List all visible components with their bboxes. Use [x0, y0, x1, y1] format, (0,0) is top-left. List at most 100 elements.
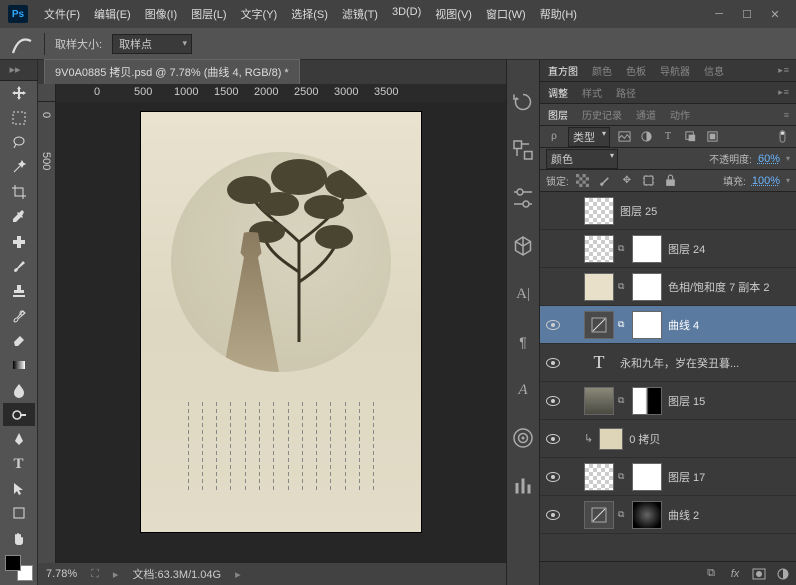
libraries-panel-icon[interactable]	[511, 426, 535, 450]
menu-view[interactable]: 视图(V)	[429, 2, 478, 26]
close-button[interactable]: ✕	[768, 7, 782, 21]
gradient-tool[interactable]	[3, 354, 35, 377]
layer-thumbnail[interactable]	[584, 387, 614, 415]
toolbox-handle[interactable]: ▸▸	[0, 63, 30, 76]
document-info[interactable]: 文档:63.3M/1.04G	[132, 566, 221, 582]
tab-histogram[interactable]: 直方图	[546, 60, 580, 81]
visibility-toggle[interactable]	[544, 320, 562, 330]
fill-value[interactable]: 100%	[752, 175, 780, 187]
layer-thumbnail[interactable]	[584, 463, 614, 491]
document-tab[interactable]: 9V0A0885 拷贝.psd @ 7.78% (曲线 4, RGB/8) *	[44, 59, 300, 84]
layer-row[interactable]: ⧉曲线 2	[540, 496, 796, 534]
tab-channels[interactable]: 通道	[634, 104, 658, 125]
layer-name[interactable]: 图层 17	[668, 469, 705, 485]
layer-thumbnail[interactable]	[632, 273, 662, 301]
eyedropper-tool[interactable]	[3, 205, 35, 228]
tab-styles[interactable]: 样式	[580, 82, 604, 103]
adjustments-panel-icon[interactable]	[511, 186, 535, 210]
adjustment-layer-icon[interactable]	[776, 567, 790, 581]
tab-swatches[interactable]: 色板	[624, 60, 648, 81]
layer-name[interactable]: 0 拷贝	[629, 431, 660, 447]
layer-filter-dropdown[interactable]: 类型	[568, 127, 610, 147]
menu-window[interactable]: 窗口(W)	[480, 2, 532, 26]
layer-row[interactable]: T永和九年，岁在癸丑暮...	[540, 344, 796, 382]
menu-layer[interactable]: 图层(L)	[185, 2, 232, 26]
layer-thumbnail[interactable]	[584, 311, 614, 339]
menu-file[interactable]: 文件(F)	[38, 2, 86, 26]
pen-tool[interactable]	[3, 428, 35, 451]
lock-all-icon[interactable]	[663, 174, 679, 188]
wand-tool[interactable]	[3, 156, 35, 179]
visibility-toggle[interactable]	[544, 358, 562, 368]
paragraph-panel-icon[interactable]: ¶	[511, 330, 535, 354]
layer-thumbnail[interactable]	[632, 311, 662, 339]
layer-fx-icon[interactable]: fx	[728, 567, 742, 581]
move-tool[interactable]	[3, 82, 35, 105]
tab-actions[interactable]: 动作	[668, 104, 692, 125]
menu-help[interactable]: 帮助(H)	[534, 2, 583, 26]
layer-thumbnail[interactable]	[632, 501, 662, 529]
crop-tool[interactable]	[3, 181, 35, 204]
history-panel-icon[interactable]	[511, 90, 535, 114]
layer-thumbnail[interactable]	[584, 197, 614, 225]
menu-edit[interactable]: 编辑(E)	[88, 2, 137, 26]
layer-thumbnail[interactable]	[584, 273, 614, 301]
lock-position-icon[interactable]: ✥	[619, 174, 635, 188]
filter-image-icon[interactable]	[616, 130, 632, 144]
lock-artboard-icon[interactable]	[641, 174, 657, 188]
visibility-toggle[interactable]	[544, 396, 562, 406]
eraser-tool[interactable]	[3, 329, 35, 352]
layer-thumbnail[interactable]	[584, 501, 614, 529]
layer-name[interactable]: 图层 25	[620, 203, 657, 219]
layer-name[interactable]: 图层 24	[668, 241, 705, 257]
3d-panel-icon[interactable]	[511, 234, 535, 258]
filter-adj-icon[interactable]	[638, 130, 654, 144]
brushes-panel-icon[interactable]	[511, 474, 535, 498]
layer-name[interactable]: 图层 15	[668, 393, 705, 409]
chevron-down-icon[interactable]: ▾	[786, 176, 790, 185]
layer-name[interactable]: 色相/饱和度 7 副本 2	[668, 279, 769, 295]
properties-panel-icon[interactable]	[511, 138, 535, 162]
marquee-tool[interactable]	[3, 107, 35, 130]
heal-tool[interactable]	[3, 230, 35, 253]
layer-row[interactable]: ⧉色相/饱和度 7 副本 2	[540, 268, 796, 306]
tab-history[interactable]: 历史记录	[580, 104, 624, 125]
menu-image[interactable]: 图像(I)	[139, 2, 183, 26]
tab-navigator[interactable]: 导航器	[658, 60, 692, 81]
layer-row[interactable]: ⧉曲线 4	[540, 306, 796, 344]
layer-row[interactable]: ↳0 拷贝	[540, 420, 796, 458]
blend-mode-dropdown[interactable]: 颜色	[546, 149, 618, 169]
type-tool[interactable]: T	[3, 453, 35, 476]
path-select-tool[interactable]	[3, 477, 35, 500]
visibility-toggle[interactable]	[544, 472, 562, 482]
hand-tool[interactable]	[3, 527, 35, 550]
layer-thumbnail[interactable]	[632, 387, 662, 415]
vertical-ruler[interactable]: 0500	[38, 102, 56, 563]
layer-thumbnail[interactable]	[584, 235, 614, 263]
layer-row[interactable]: ⧉图层 24	[540, 230, 796, 268]
lock-transparency-icon[interactable]	[575, 174, 591, 188]
panel-menu-icon[interactable]: ▸≡	[778, 87, 790, 98]
brush-tool[interactable]	[3, 255, 35, 278]
lasso-tool[interactable]	[3, 131, 35, 154]
layer-name[interactable]: 曲线 2	[668, 507, 699, 523]
filter-toggle[interactable]	[774, 130, 790, 144]
link-layers-icon[interactable]: ⧉	[704, 567, 718, 581]
layer-mask-icon[interactable]	[752, 567, 766, 581]
current-tool-icon[interactable]	[10, 32, 34, 56]
tab-layers[interactable]: 图层	[546, 104, 570, 125]
layer-thumbnail[interactable]	[599, 428, 623, 450]
zoom-level[interactable]: 7.78%	[46, 568, 77, 580]
blur-tool[interactable]	[3, 379, 35, 402]
filter-text-icon[interactable]: T	[660, 130, 676, 144]
maximize-button[interactable]: ☐	[740, 7, 754, 21]
dodge-tool[interactable]	[3, 403, 35, 426]
layer-row[interactable]: ⧉图层 17	[540, 458, 796, 496]
filter-smart-icon[interactable]	[704, 130, 720, 144]
layer-thumbnail[interactable]	[632, 235, 662, 263]
layer-row[interactable]: ⧉图层 15	[540, 382, 796, 420]
character-panel-icon[interactable]: A|	[511, 282, 535, 306]
lock-brush-icon[interactable]	[597, 174, 613, 188]
layer-list[interactable]: 图层 25 ⧉图层 24⧉色相/饱和度 7 副本 2⧉曲线 4T永和九年，岁在癸丑…	[540, 192, 796, 561]
menu-select[interactable]: 选择(S)	[285, 2, 334, 26]
